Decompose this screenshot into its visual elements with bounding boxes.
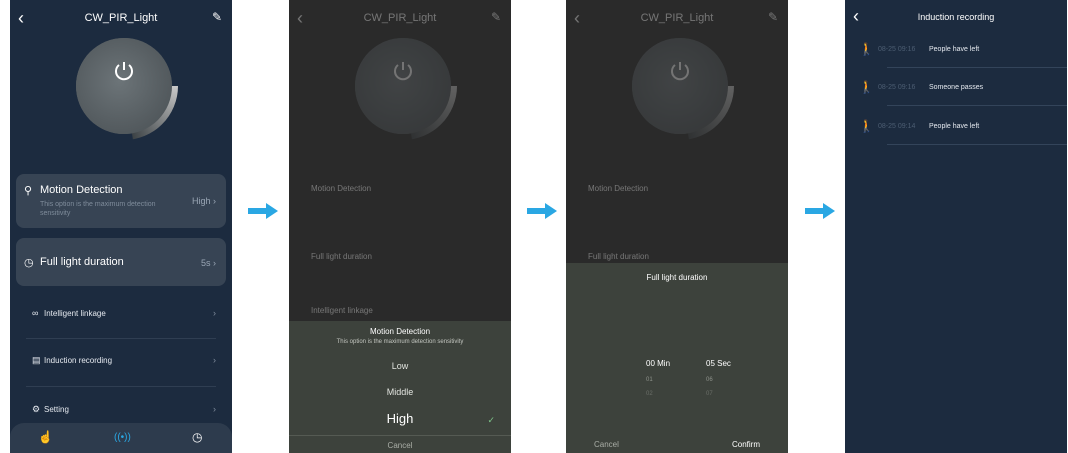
arrow-icon (805, 203, 835, 219)
bottom-tab-bar: ☝ ((•)) ◷ (10, 423, 232, 453)
power-dial[interactable] (70, 32, 178, 140)
arrow-icon (248, 203, 278, 219)
timer-icon: ◷ (24, 257, 34, 269)
record-row: 🚶 08-25 09:16 Someone passes (845, 70, 1067, 108)
menu-item-label: Induction recording (44, 356, 113, 365)
page-title: CW_PIR_Light (363, 12, 437, 24)
divider (887, 144, 1067, 145)
motion-detection-desc: This option is the maximum detection sen… (40, 201, 156, 217)
record-row: 🚶 08-25 09:14 People have left (845, 109, 1067, 147)
cancel-button[interactable]: Cancel (289, 441, 511, 450)
power-icon (115, 62, 133, 81)
intelligent-linkage-label: Intelligent linkage (311, 306, 373, 315)
document-icon: ▤ (32, 355, 41, 365)
option-high[interactable]: High (289, 411, 511, 426)
sheet-subtitle: This option is the maximum detection sen… (336, 339, 464, 345)
divider (887, 67, 1067, 68)
hand-icon[interactable]: ☝ (38, 430, 53, 444)
cancel-button[interactable]: Cancel (594, 440, 619, 449)
motion-detection-value: High › (191, 196, 216, 206)
seconds-picker[interactable]: 05 Sec (706, 359, 731, 368)
motion-detection-label: Motion Detection (588, 184, 649, 193)
motion-icon: ⚲ (24, 185, 33, 197)
page-title: CW_PIR_Light (84, 12, 158, 24)
walking-person-icon: 🚶 (859, 119, 874, 133)
minutes-next: 01 (646, 377, 653, 383)
edit-icon[interactable]: ✎ (212, 10, 222, 24)
chevron-right-icon: › (213, 308, 216, 318)
record-time: 08-25 09:16 (878, 84, 916, 91)
divider (887, 105, 1067, 106)
record-time: 08-25 09:16 (878, 46, 916, 53)
full-light-duration-value: 5s › (200, 258, 216, 268)
gear-icon: ⚙ (32, 404, 41, 414)
power-dial (626, 32, 734, 140)
clock-icon[interactable]: ◷ (192, 430, 202, 444)
divider (26, 338, 216, 339)
record-text: People have left (929, 46, 980, 53)
full-light-duration-label: Full light duration (40, 256, 124, 268)
chevron-right-icon: › (213, 404, 216, 414)
minutes-next: 02 (646, 391, 653, 397)
sheet-title: Full light duration (646, 273, 708, 282)
chevron-right-icon: › (213, 355, 216, 365)
record-time: 08-25 09:14 (878, 123, 916, 130)
arrow-icon (527, 203, 557, 219)
motion-detection-sheet: Motion Detection This option is the maxi… (289, 321, 511, 453)
full-light-duration-sheet: Full light duration 00 Min 05 Sec 01 02 … (566, 263, 788, 453)
page-title: Induction recording (917, 12, 995, 22)
full-light-duration-label: Full light duration (311, 252, 372, 261)
menu-item-label: Setting (44, 405, 69, 414)
menu-item-label: Intelligent linkage (44, 309, 106, 318)
divider (289, 435, 511, 436)
device-screen-motion-sheet: ‹ CW_PIR_Light ✎ Motion Detection Full l… (289, 0, 511, 453)
divider (26, 386, 216, 387)
option-low[interactable]: Low (289, 361, 511, 371)
sheet-title: Motion Detection (369, 327, 431, 336)
power-dial (349, 32, 457, 140)
record-row: 🚶 08-25 09:16 People have left (845, 32, 1067, 70)
menu-item-intelligent-linkage[interactable]: ∞ Intelligent linkage › (10, 297, 232, 337)
signal-icon[interactable]: ((•)) (114, 432, 131, 443)
check-icon: ✓ (487, 415, 495, 425)
walking-person-icon: 🚶 (859, 80, 874, 94)
menu-item-induction-recording[interactable]: ▤ Induction recording › (10, 344, 232, 384)
device-screen-main: ‹ CW_PIR_Light ✎ ⚲ Motion Detection This… (10, 0, 232, 453)
option-middle[interactable]: Middle (289, 387, 511, 397)
device-screen-induction-recording: ‹ Induction recording 🚶 08-25 09:16 Peop… (845, 0, 1067, 453)
record-text: People have left (929, 123, 980, 130)
record-text: Someone passes (929, 84, 984, 91)
motion-detection-card[interactable]: ⚲ Motion Detection This option is the ma… (16, 174, 226, 228)
confirm-button[interactable]: Confirm (732, 440, 760, 449)
link-icon: ∞ (32, 308, 39, 318)
full-light-duration-label: Full light duration (588, 252, 649, 261)
page-title: CW_PIR_Light (640, 12, 714, 24)
walking-person-icon: 🚶 (859, 42, 874, 56)
edit-icon[interactable]: ✎ (491, 10, 501, 24)
device-screen-duration-sheet: ‹ CW_PIR_Light ✎ Motion Detection Full l… (566, 0, 788, 453)
seconds-next: 07 (706, 391, 713, 397)
power-icon (671, 62, 689, 81)
seconds-next: 06 (706, 377, 713, 383)
edit-icon[interactable]: ✎ (768, 10, 778, 24)
minutes-picker[interactable]: 00 Min (646, 359, 670, 368)
full-light-duration-card[interactable]: ◷ Full light duration 5s › (16, 238, 226, 286)
motion-detection-label: Motion Detection (311, 184, 372, 193)
power-icon (394, 62, 412, 81)
motion-detection-label: Motion Detection (40, 184, 123, 196)
